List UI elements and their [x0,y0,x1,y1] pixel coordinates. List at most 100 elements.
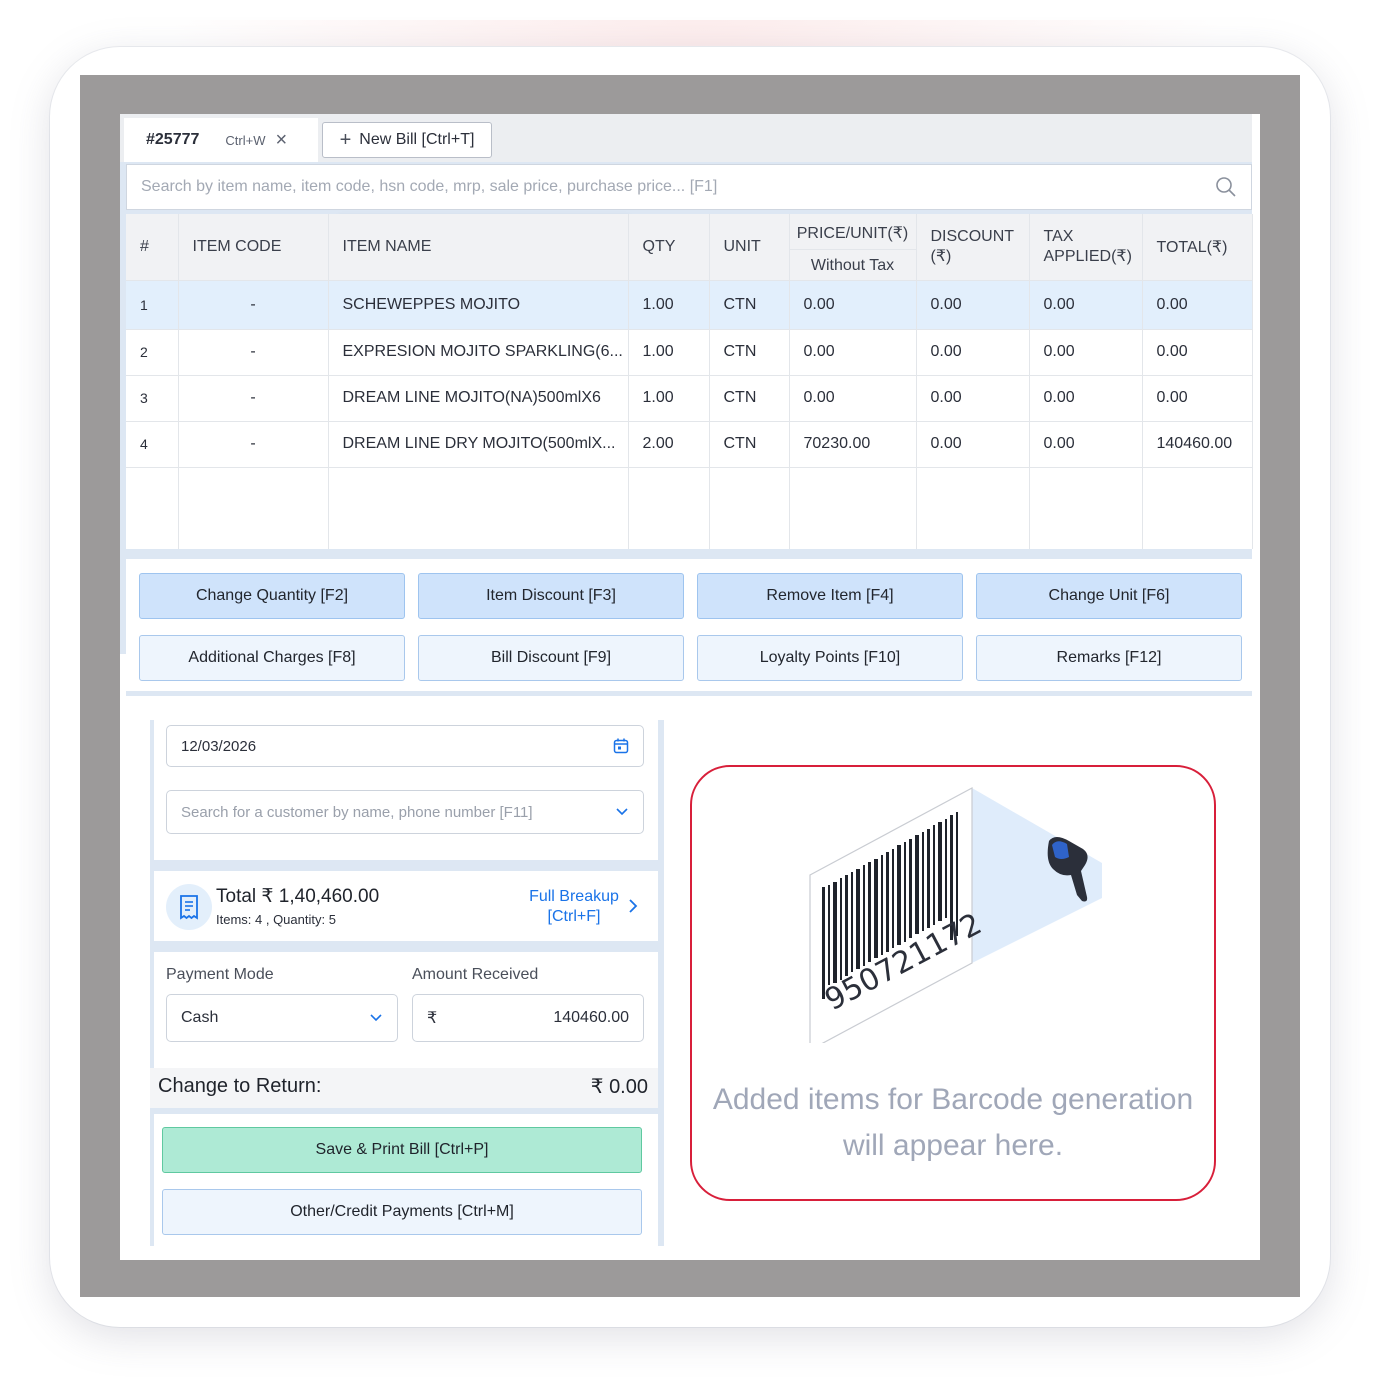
col-header-item-name: ITEM NAME [328,214,629,280]
row-total: 0.00 [1142,374,1253,421]
empty-row [126,466,1253,549]
row-total: 0.00 [1142,328,1253,375]
change-quantity-button[interactable]: Change Quantity [F2] [139,573,405,619]
item-search-wrapper: Search by item name, item code, hsn code… [120,162,1252,214]
row-qty[interactable]: 2.00 [628,420,710,467]
save-print-bill-button[interactable]: Save & Print Bill [Ctrl+P] [162,1127,642,1173]
row-index: 3 [126,374,179,421]
row-index: 2 [126,328,179,375]
col-header-tax: TAX APPLIED(₹) [1029,214,1143,280]
payment-mode-label: Payment Mode [166,966,274,983]
row-item-code: - [178,328,329,375]
col-header-discount: DISCOUNT (₹) [916,214,1030,280]
col-header-unit: UNIT [709,214,790,280]
amount-received-input[interactable]: ₹ 140460.00 [412,994,644,1042]
chevron-down-icon [370,1014,382,1022]
full-breakup-link[interactable]: Full Breakup [Ctrl+F] [524,887,624,927]
chevron-right-icon[interactable] [628,898,638,914]
bill-tab-active[interactable]: #25777 Ctrl+W × [124,118,318,162]
row-qty[interactable]: 1.00 [628,374,710,421]
rupee-icon: ₹ [427,1010,438,1027]
bill-tab-shortcut: Ctrl+W [225,132,266,148]
row-item-code: - [178,420,329,467]
bill-tab-number: #25777 [146,131,200,148]
table-header-row: # ITEM CODE ITEM NAME QTY UNIT PRICE/UNI… [126,214,1253,280]
change-to-return-row: Change to Return: ₹ 0.00 [150,1068,658,1108]
col-header-qty: QTY [628,214,710,280]
row-price[interactable]: 0.00 [789,328,917,375]
change-unit-button[interactable]: Change Unit [F6] [976,573,1242,619]
other-credit-payments-button[interactable]: Other/Credit Payments [Ctrl+M] [162,1189,642,1235]
barcode-empty-message: Added items for Barcode generation will … [692,1077,1214,1169]
row-tax: 0.00 [1029,279,1143,329]
row-index: 1 [126,279,179,329]
barcode-scanner-illustration: 950721172 [809,786,1102,1043]
additional-charges-button[interactable]: Additional Charges [F8] [139,635,405,681]
amount-received-label: Amount Received [412,966,539,983]
row-unit: CTN [709,374,790,421]
customer-search-input[interactable]: Search for a customer by name, phone num… [166,790,644,834]
row-unit: CTN [709,328,790,375]
chevron-down-icon[interactable] [615,807,629,817]
discount-label-1: DISCOUNT [930,227,1015,245]
close-icon[interactable]: × [275,129,287,152]
row-total: 140460.00 [1142,420,1253,467]
payment-mode-select[interactable]: Cash [166,994,398,1042]
row-item-code: - [178,374,329,421]
row-item-code: - [178,279,329,329]
price-unit-label: PRICE/UNIT(₹) [789,219,916,250]
row-item-name: EXPRESION MOJITO SPARKLING(6... [328,328,629,375]
bill-tabs-bar: #25777 Ctrl+W × + New Bill [Ctrl+T] [120,114,1252,162]
row-price[interactable]: 0.00 [789,279,917,329]
row-tax: 0.00 [1029,374,1143,421]
bill-total: Total ₹ 1,40,460.00 [216,886,380,907]
full-breakup-shortcut: [Ctrl+F] [547,908,601,925]
price-unit-sub-label: Without Tax [810,256,895,274]
tax-label-2: APPLIED(₹) [1043,247,1132,265]
action-buttons-panel: Change Quantity [F2] Item Discount [F3] … [126,554,1252,696]
row-unit: CTN [709,420,790,467]
receipt-icon [166,884,212,930]
row-price[interactable]: 0.00 [789,374,917,421]
bill-date-field[interactable]: 12/03/2026 [166,725,644,767]
row-item-name: DREAM LINE DRY MOJITO(500mlX... [328,420,629,467]
row-index: 4 [126,420,179,467]
bill-submit-card: Save & Print Bill [Ctrl+P] Other/Credit … [154,1114,658,1246]
table-row[interactable]: 3 - DREAM LINE MOJITO(NA)500mlX6 1.00 CT… [126,374,1253,421]
row-discount: 0.00 [916,279,1030,329]
row-tax: 0.00 [1029,328,1143,375]
search-icon[interactable] [1215,176,1237,198]
row-qty[interactable]: 1.00 [628,279,710,329]
discount-label-2: (₹) [930,247,952,265]
row-discount: 0.00 [916,328,1030,375]
item-discount-button[interactable]: Item Discount [F3] [418,573,684,619]
calendar-icon[interactable] [613,738,629,754]
loyalty-points-button[interactable]: Loyalty Points [F10] [697,635,963,681]
total-card: Total ₹ 1,40,460.00 Items: 4 , Quantity:… [154,871,658,941]
table-row[interactable]: 2 - EXPRESION MOJITO SPARKLING(6... 1.00… [126,328,1253,375]
items-table: # ITEM CODE ITEM NAME QTY UNIT PRICE/UNI… [126,214,1253,549]
remove-item-button[interactable]: Remove Item [F4] [697,573,963,619]
change-to-return-value: ₹ 0.00 [590,1076,648,1098]
col-header-price-unit: PRICE/UNIT(₹) Without Tax [789,214,917,280]
plus-icon: + [339,128,352,151]
tax-label-1: TAX [1043,227,1074,245]
barcode-message-line-1: Added items for Barcode generation [712,1083,1194,1116]
col-header-total: TOTAL(₹) [1142,214,1253,280]
item-search-placeholder: Search by item name, item code, hsn code… [141,178,718,195]
bill-details-card: 12/03/2026 Search for a customer by name… [154,720,658,860]
row-qty[interactable]: 1.00 [628,328,710,375]
customer-search-placeholder: Search for a customer by name, phone num… [181,803,533,821]
row-total: 0.00 [1142,279,1253,329]
remarks-button[interactable]: Remarks [F12] [976,635,1242,681]
row-price[interactable]: 70230.00 [789,420,917,467]
row-tax: 0.00 [1029,420,1143,467]
col-header-index: # [126,214,179,280]
new-bill-button[interactable]: + New Bill [Ctrl+T] [322,122,492,158]
item-search-input[interactable]: Search by item name, item code, hsn code… [126,164,1252,210]
table-row[interactable]: 1 - SCHEWEPPES MOJITO 1.00 CTN 0.00 0.00… [126,279,1253,329]
barcode-message-line-2: will appear here. [842,1129,1064,1162]
amount-received-value: 140460.00 [553,1009,629,1026]
table-row[interactable]: 4 - DREAM LINE DRY MOJITO(500mlX... 2.00… [126,420,1253,467]
bill-discount-button[interactable]: Bill Discount [F9] [418,635,684,681]
